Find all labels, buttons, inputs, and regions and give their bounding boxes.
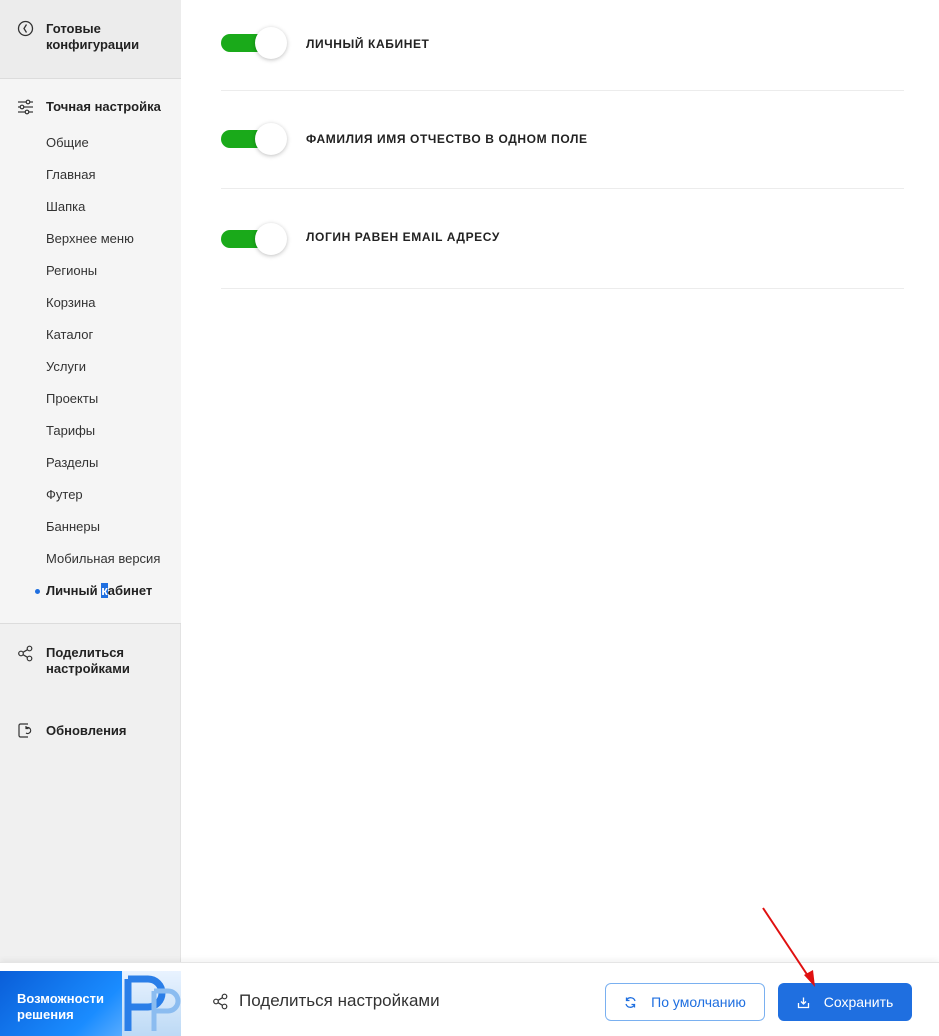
sidebar-ready-configs-label: Готовые конфигурации — [46, 21, 140, 52]
sidebar-item-banners[interactable]: Баннеры — [46, 519, 100, 535]
option-divider — [221, 288, 904, 289]
toggle-login-email[interactable] — [221, 221, 287, 257]
compass-icon — [17, 20, 34, 37]
promo-logo-art — [122, 971, 181, 1036]
promo-label: Возможности решения — [17, 991, 104, 1022]
sidebar-item-main[interactable]: Главная — [46, 167, 95, 183]
option-row-login-email: ЛОГИН РАВЕН EMAIL АДРЕСУ — [221, 221, 904, 257]
settings-main-panel: ЛИЧНЫЙ КАБИНЕТ ФАМИЛИЯ ИМЯ ОТЧЕСТВО В ОД… — [181, 0, 939, 962]
reset-default-label: По умолчанию — [651, 994, 746, 1010]
toggle-fio-single-field[interactable] — [221, 121, 287, 157]
option-label-login-email: ЛОГИН РАВЕН EMAIL АДРЕСУ — [306, 230, 500, 244]
sidebar-item-personal-account[interactable]: Личный кабинет — [46, 583, 152, 599]
active-item-dot — [35, 589, 40, 594]
sidebar-share-label: Поделиться настройками — [46, 645, 130, 676]
settings-sidebar: Готовые конфигурации Точная настройка Об… — [0, 0, 181, 1036]
toggle-personal-account[interactable] — [221, 25, 287, 61]
save-label: Сохранить — [823, 994, 894, 1010]
reset-default-button[interactable]: По умолчанию — [605, 983, 765, 1021]
sidebar-item-footer[interactable]: Футер — [46, 487, 83, 503]
share-settings-link[interactable]: Поделиться настройками — [212, 991, 440, 1011]
download-icon — [797, 996, 810, 1009]
option-divider — [221, 90, 904, 91]
sidebar-item-top-menu[interactable]: Верхнее меню — [46, 231, 134, 247]
sidebar-item-cart[interactable]: Корзина — [46, 295, 96, 311]
toggle-knob — [255, 27, 287, 59]
sidebar-item-sections[interactable]: Разделы — [46, 455, 98, 471]
sidebar-item-header[interactable]: Шапка — [46, 199, 85, 215]
updates-icon — [17, 722, 34, 739]
sidebar-item-regions[interactable]: Регионы — [46, 263, 97, 279]
sidebar-section-updates[interactable]: Обновления — [0, 704, 181, 764]
share-settings-label: Поделиться настройками — [239, 991, 440, 1010]
solution-features-banner[interactable]: Возможности решения — [0, 971, 181, 1036]
toggle-knob — [255, 223, 287, 255]
sidebar-item-projects[interactable]: Проекты — [46, 391, 98, 407]
option-row-personal-account: ЛИЧНЫЙ КАБИНЕТ — [221, 25, 904, 61]
bottom-action-bar: Возможности решения Поделиться настройка… — [0, 962, 939, 1036]
option-label-personal-account: ЛИЧНЫЙ КАБИНЕТ — [306, 37, 430, 51]
sidebar-section-ready-configs[interactable]: Готовые конфигурации — [0, 0, 181, 79]
refresh-icon — [624, 996, 637, 1009]
sidebar-updates-label: Обновления — [46, 723, 127, 738]
sidebar-item-general[interactable]: Общие — [46, 135, 89, 151]
sidebar-fine-tuning-title[interactable]: Точная настройка — [46, 99, 161, 115]
option-divider — [221, 188, 904, 189]
sidebar-item-mobile[interactable]: Мобильная версия — [46, 551, 160, 567]
sidebar-item-tariffs[interactable]: Тарифы — [46, 423, 95, 439]
sidebar-section-share[interactable]: Поделиться настройками — [0, 624, 181, 704]
save-button[interactable]: Сохранить — [778, 983, 912, 1021]
sidebar-section-fine-tuning: Точная настройка Общие Главная Шапка Вер… — [0, 79, 181, 624]
share-icon — [17, 645, 34, 662]
sliders-icon — [17, 98, 34, 115]
active-item-text-after: абинет — [107, 583, 153, 598]
sidebar-item-catalog[interactable]: Каталог — [46, 327, 93, 343]
share-icon — [212, 993, 229, 1010]
option-label-fio-single-field: ФАМИЛИЯ ИМЯ ОТЧЕСТВО В ОДНОМ ПОЛЕ — [306, 132, 588, 146]
toggle-knob — [255, 123, 287, 155]
option-row-fio-single-field: ФАМИЛИЯ ИМЯ ОТЧЕСТВО В ОДНОМ ПОЛЕ — [221, 121, 904, 157]
sidebar-item-services[interactable]: Услуги — [46, 359, 86, 375]
active-item-text-before: Личный — [46, 583, 102, 598]
